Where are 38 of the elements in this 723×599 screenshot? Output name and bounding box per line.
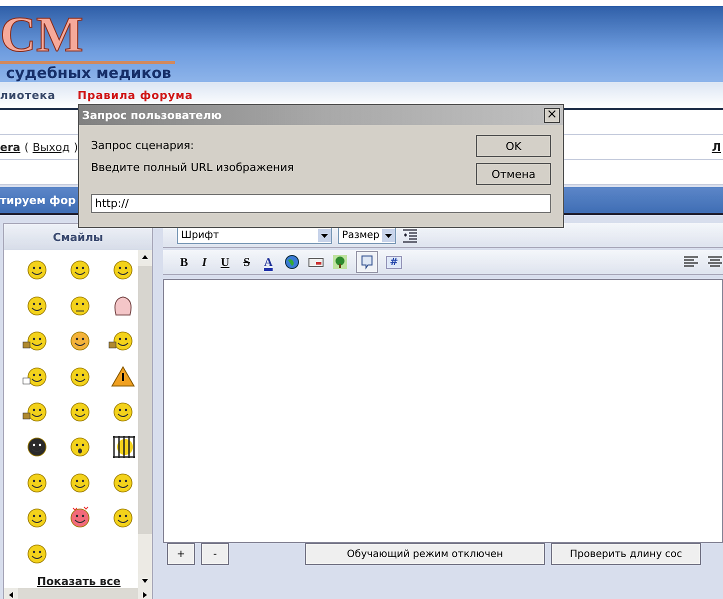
up-arrow-icon[interactable]: [141, 253, 149, 261]
dialog-prompt: Введите полный URL изображения: [91, 161, 294, 174]
globe-icon[interactable]: [284, 254, 300, 270]
format-button[interactable]: U: [218, 254, 232, 270]
site-logo: СМ: [0, 8, 84, 60]
tutorial-mode-button[interactable]: Обучающий режим отключен: [305, 543, 545, 565]
check-length-button[interactable]: Проверить длину сос: [551, 543, 701, 565]
nav-link[interactable]: лиотека: [0, 88, 56, 102]
cancel-button[interactable]: Отмена: [476, 163, 551, 185]
speech-bubble-icon[interactable]: [356, 251, 378, 273]
hash-button[interactable]: #: [386, 256, 402, 268]
site-subtitle: судебных медиков: [6, 64, 172, 82]
format-button[interactable]: I: [199, 254, 210, 270]
vertical-scrollbar[interactable]: [138, 250, 152, 588]
dialog-caption: Запрос сценария:: [91, 139, 195, 152]
down-arrow-icon[interactable]: [141, 577, 149, 585]
username-link[interactable]: era: [0, 140, 20, 154]
logout-link[interactable]: Выход: [32, 140, 70, 154]
nav-link[interactable]: Правила форума: [78, 88, 193, 102]
show-all-link[interactable]: Показать все: [4, 574, 138, 588]
resize-button[interactable]: -: [201, 543, 229, 565]
panel-title: Смайлы: [52, 230, 104, 244]
section-title: тируем фор: [0, 194, 76, 206]
url-input-field[interactable]: http://: [91, 194, 551, 213]
left-arrow-icon[interactable]: [7, 591, 15, 599]
format-button[interactable]: S: [240, 254, 254, 270]
ok-button[interactable]: OK: [476, 135, 551, 157]
link[interactable]: Л: [712, 140, 723, 154]
right-arrow-icon[interactable]: [141, 591, 149, 599]
paren-text: (: [24, 140, 29, 154]
tree-image-icon[interactable]: [332, 254, 348, 270]
indent-icon[interactable]: [402, 227, 418, 243]
paren-text: ): [74, 140, 78, 154]
close-button[interactable]: ×: [544, 108, 560, 122]
format-button[interactable]: B: [177, 254, 192, 270]
resize-button[interactable]: +: [167, 543, 195, 565]
dialog-title: Запрос пользователю: [82, 108, 222, 122]
font-color-button[interactable]: A: [261, 254, 276, 270]
